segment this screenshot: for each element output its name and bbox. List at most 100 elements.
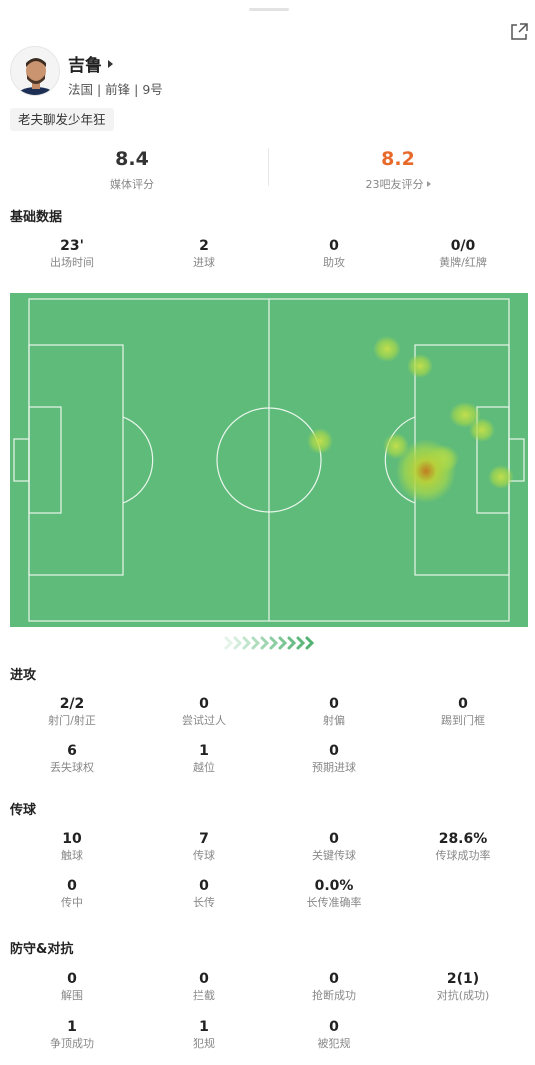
stat-value: 0 (329, 971, 339, 987)
stat-value: 2/2 (59, 696, 85, 712)
stat-label: 解围 (61, 989, 83, 1002)
stat-value: 0 (329, 1019, 339, 1035)
stat-item: 0 关键传球 (269, 830, 399, 863)
stat-label: 黄牌/红牌 (439, 256, 487, 269)
stat-value: 28.6% (438, 831, 488, 847)
stat-label: 预期进球 (312, 761, 356, 774)
fans-rating[interactable]: 8.2 23吧友评分 (288, 146, 508, 192)
media-rating-value: 8.4 (115, 148, 149, 170)
player-header[interactable]: 吉鲁 法国 | 前锋 | 9号 (10, 46, 410, 98)
rating-divider (268, 148, 269, 186)
stat-label: 射门/射正 (48, 714, 96, 727)
stat-item: 0 长传 (139, 877, 269, 910)
stat-value: 0 (458, 696, 468, 712)
stat-value: 2(1) (446, 971, 480, 987)
player-avatar[interactable] (10, 46, 60, 96)
player-tag: 老夫聊发少年狂 (10, 108, 114, 131)
stat-label: 传球成功率 (435, 849, 491, 862)
stat-item: 7 传球 (139, 830, 269, 863)
stat-item: 1 犯规 (139, 1018, 269, 1051)
stat-item: 0 助攻 (269, 237, 399, 270)
heatmap-pitch (10, 293, 528, 627)
stat-value: 0 (67, 878, 77, 894)
stat-label: 对抗(成功) (436, 989, 490, 1002)
stat-value: 1 (199, 1019, 209, 1035)
stat-item: 0 被犯规 (269, 1018, 399, 1051)
stat-label: 被犯规 (317, 1037, 351, 1050)
section-title-defense: 防守&对抗 (10, 942, 74, 957)
stat-item: 0 踢到门框 (398, 695, 528, 728)
passing-stats-row-2: 0 传中 0 长传 0.0% 长传准确率 (0, 877, 535, 913)
player-name[interactable]: 吉鲁 (68, 51, 102, 76)
stat-item: 2(1) 对抗(成功) (398, 970, 528, 1003)
stat-label: 争顶成功 (50, 1037, 94, 1050)
caret-right-icon[interactable] (108, 59, 113, 68)
stat-item: 10 触球 (7, 830, 137, 863)
stat-item: 0 预期进球 (269, 742, 399, 775)
stat-value: 0 (199, 878, 209, 894)
ratings-panel: 8.4 媒体评分 8.2 23吧友评分 (0, 140, 535, 195)
defense-stats-row-2: 1 争顶成功 1 犯规 0 被犯规 (0, 1018, 535, 1054)
chevron-right-icons (222, 635, 318, 651)
stat-label: 尝试过人 (182, 714, 226, 727)
basic-stats-row: 23' 出场时间 2 进球 0 助攻 0/0 黄牌/红牌 (0, 237, 535, 273)
stat-label: 传球 (193, 849, 215, 862)
stat-item: 0 尝试过人 (139, 695, 269, 728)
caret-right-icon (426, 181, 431, 187)
stat-item: 0 射偏 (269, 695, 399, 728)
stat-label: 关键传球 (312, 849, 356, 862)
stat-value: 0 (329, 696, 339, 712)
stat-label: 拦截 (193, 989, 215, 1002)
passing-stats-row-1: 10 触球 7 传球 0 关键传球 28.6% 传球成功率 (0, 830, 535, 866)
stat-item: 0 抢断成功 (269, 970, 399, 1003)
stat-item: 0 传中 (7, 877, 137, 910)
stat-value: 0.0% (314, 878, 354, 894)
stat-label: 出场时间 (50, 256, 94, 269)
stat-value: 7 (199, 831, 209, 847)
stat-label: 进球 (193, 256, 215, 269)
stat-item: 6 丢失球权 (7, 742, 137, 775)
stat-value: 0 (329, 743, 339, 759)
stat-value: 6 (67, 743, 77, 759)
stat-label: 越位 (193, 761, 215, 774)
attack-stats-row-1: 2/2 射门/射正 0 尝试过人 0 射偏 0 踢到门框 (0, 695, 535, 731)
player-meta: 法国 | 前锋 | 9号 (68, 82, 163, 97)
stat-item: 1 越位 (139, 742, 269, 775)
stat-label: 踢到门框 (441, 714, 485, 727)
section-title-passing: 传球 (10, 803, 37, 818)
stat-value: 1 (67, 1019, 77, 1035)
stat-label: 抢断成功 (312, 989, 356, 1002)
stat-item: 0.0% 长传准确率 (269, 877, 399, 910)
share-icon[interactable] (509, 22, 529, 42)
fans-rating-label[interactable]: 23吧友评分 (366, 176, 424, 192)
stat-value: 0 (329, 238, 339, 254)
drag-handle[interactable] (249, 8, 289, 11)
stat-label: 犯规 (193, 1037, 215, 1050)
media-rating-label: 媒体评分 (110, 178, 154, 191)
stat-label: 射偏 (323, 714, 345, 727)
defense-stats-row-1: 0 解围 0 拦截 0 抢断成功 2(1) 对抗(成功) (0, 970, 535, 1006)
stat-item: 23' 出场时间 (7, 237, 137, 270)
stat-value: 0 (199, 696, 209, 712)
stat-item: 2 进球 (139, 237, 269, 270)
attack-stats-row-2: 6 丢失球权 1 越位 0 预期进球 (0, 742, 535, 778)
stat-label: 长传准确率 (306, 896, 362, 909)
stat-label: 传中 (61, 896, 83, 909)
fans-rating-value: 8.2 (381, 148, 415, 170)
stat-value: 10 (62, 831, 82, 847)
stat-value: 2 (199, 238, 209, 254)
stat-value: 1 (199, 743, 209, 759)
section-title-basic: 基础数据 (10, 210, 63, 225)
media-rating: 8.4 媒体评分 (22, 146, 242, 192)
stat-label: 助攻 (323, 256, 345, 269)
stat-item: 2/2 射门/射正 (7, 695, 137, 728)
stat-label: 丢失球权 (50, 761, 94, 774)
stat-value: 23' (60, 238, 84, 254)
stat-item: 0/0 黄牌/红牌 (398, 237, 528, 270)
stat-value: 0 (199, 971, 209, 987)
stat-item: 0 拦截 (139, 970, 269, 1003)
section-title-attack: 进攻 (10, 668, 37, 683)
stat-value: 0 (67, 971, 77, 987)
stat-item: 28.6% 传球成功率 (398, 830, 528, 863)
stat-value: 0 (329, 831, 339, 847)
